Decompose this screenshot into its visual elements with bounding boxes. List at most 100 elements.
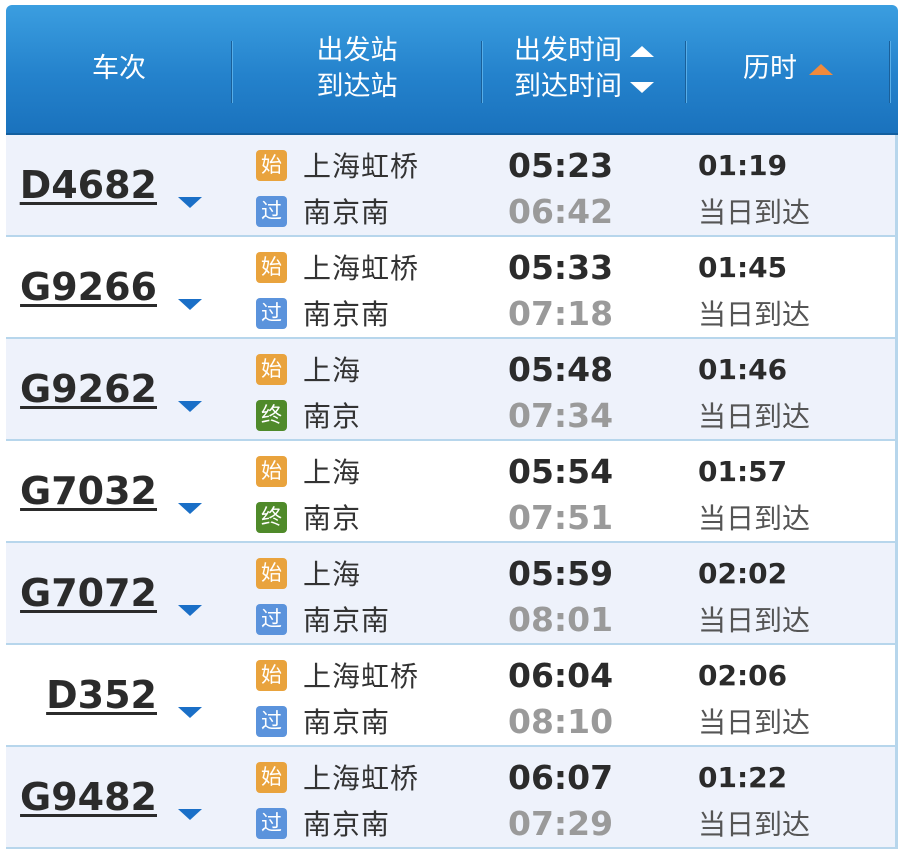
start-badge-icon: 始 (256, 149, 287, 181)
table-row: G9262 始 上海 终 南京 05:48 07:34 01:46 当日到达 (6, 339, 898, 441)
header-arrive-time-label: 到达时间 (514, 71, 622, 102)
to-station: 过 南京南 (256, 291, 390, 335)
to-station-name[interactable]: 南京 (303, 395, 361, 435)
expand-arrow-icon[interactable] (178, 401, 202, 412)
start-badge-icon: 始 (256, 761, 287, 793)
expand-arrow-icon[interactable] (178, 299, 202, 310)
from-station: 始 上海虹桥 (256, 755, 419, 799)
depart-time: 05:59 (508, 553, 614, 593)
header-depart-time-label: 出发时间 (514, 35, 622, 66)
to-station: 终 南京 (256, 495, 361, 539)
train-number-link[interactable]: G7032 (6, 441, 157, 541)
train-number-link[interactable]: G9262 (6, 339, 157, 439)
start-badge-icon: 始 (256, 353, 287, 385)
duration: 02:06 (698, 658, 788, 692)
from-station: 始 上海虹桥 (256, 143, 419, 187)
train-number-link[interactable]: G9482 (6, 747, 157, 847)
to-station-name[interactable]: 南京南 (303, 701, 390, 741)
arrive-time: 07:51 (508, 497, 614, 537)
arrive-day: 当日到达 (698, 298, 811, 331)
arrive-time: 07:18 (508, 293, 614, 333)
header-times: 出发时间 到达时间 (482, 5, 686, 133)
sort-depart-up-icon[interactable] (630, 45, 654, 57)
sort-arrive-down-icon[interactable] (630, 81, 654, 93)
to-station-name[interactable]: 南京南 (303, 293, 390, 333)
start-badge-icon: 始 (256, 455, 287, 487)
end-badge-icon: 终 (256, 399, 287, 431)
table-row: D352 始 上海虹桥 过 南京南 06:04 08:10 02:06 当日到达 (6, 645, 898, 747)
from-station: 始 上海虹桥 (256, 245, 419, 289)
from-station-name[interactable]: 上海虹桥 (303, 655, 419, 695)
pass-badge-icon: 过 (256, 705, 287, 737)
from-station: 始 上海 (256, 449, 361, 493)
start-badge-icon: 始 (256, 251, 287, 283)
from-station: 始 上海虹桥 (256, 653, 419, 697)
to-station: 过 南京南 (256, 189, 390, 233)
sort-duration-up-icon[interactable] (809, 63, 833, 75)
arrive-day: 当日到达 (698, 502, 811, 535)
arrive-day: 当日到达 (698, 604, 811, 637)
duration: 01:22 (698, 760, 788, 794)
pass-badge-icon: 过 (256, 807, 287, 839)
to-station: 终 南京 (256, 393, 361, 437)
train-rows: D4682 始 上海虹桥 过 南京南 05:23 06:42 01:19 当日到… (6, 135, 898, 849)
arrive-time: 07:34 (508, 395, 614, 435)
from-station: 始 上海 (256, 347, 361, 391)
depart-time: 05:54 (508, 451, 614, 491)
table-row: G9482 始 上海虹桥 过 南京南 06:07 07:29 01:22 当日到… (6, 747, 898, 849)
arrive-day: 当日到达 (698, 400, 811, 433)
to-station: 过 南京南 (256, 801, 390, 845)
to-station-name[interactable]: 南京南 (303, 803, 390, 843)
depart-time: 05:23 (508, 145, 614, 185)
train-number-link[interactable]: G9266 (6, 237, 157, 337)
arrive-day: 当日到达 (698, 196, 811, 229)
header-stations: 出发站 到达站 (232, 5, 482, 133)
train-results-table: 车次 出发站 到达站 出发时间 到达时间 历时 D4682 始 上海虹桥 过 南… (6, 5, 898, 856)
header-from-station-label: 出发站 (316, 35, 398, 66)
to-station: 过 南京南 (256, 597, 390, 641)
start-badge-icon: 始 (256, 659, 287, 691)
pass-badge-icon: 过 (256, 195, 287, 227)
duration: 02:02 (698, 556, 788, 590)
from-station-name[interactable]: 上海虹桥 (303, 145, 419, 185)
from-station-name[interactable]: 上海 (303, 553, 361, 593)
pass-badge-icon: 过 (256, 297, 287, 329)
depart-time: 05:48 (508, 349, 614, 389)
header-divider (889, 41, 890, 103)
expand-arrow-icon[interactable] (178, 707, 202, 718)
arrive-time: 07:29 (508, 803, 614, 843)
expand-arrow-icon[interactable] (178, 197, 202, 208)
arrive-time: 08:10 (508, 701, 614, 741)
header-train-no: 车次 (6, 5, 232, 133)
header-duration: 历时 (686, 5, 890, 133)
table-row: D4682 始 上海虹桥 过 南京南 05:23 06:42 01:19 当日到… (6, 135, 898, 237)
to-station-name[interactable]: 南京南 (303, 191, 390, 231)
duration: 01:45 (698, 250, 788, 284)
from-station-name[interactable]: 上海 (303, 349, 361, 389)
arrive-time: 06:42 (508, 191, 614, 231)
end-badge-icon: 终 (256, 501, 287, 533)
to-station-name[interactable]: 南京南 (303, 599, 390, 639)
from-station-name[interactable]: 上海 (303, 451, 361, 491)
expand-arrow-icon[interactable] (178, 809, 202, 820)
header-train-no-label: 车次 (92, 53, 146, 84)
header-to-station-label: 到达站 (316, 71, 398, 102)
duration: 01:46 (698, 352, 788, 386)
to-station: 过 南京南 (256, 699, 390, 743)
duration: 01:57 (698, 454, 788, 488)
from-station-name[interactable]: 上海虹桥 (303, 757, 419, 797)
train-number-link[interactable]: D4682 (6, 135, 157, 235)
to-station-name[interactable]: 南京 (303, 497, 361, 537)
arrive-time: 08:01 (508, 599, 614, 639)
depart-time: 06:07 (508, 757, 614, 797)
pass-badge-icon: 过 (256, 603, 287, 635)
train-number-link[interactable]: D352 (6, 645, 157, 745)
header-duration-label: 历时 (743, 53, 797, 84)
from-station-name[interactable]: 上海虹桥 (303, 247, 419, 287)
table-row: G7072 始 上海 过 南京南 05:59 08:01 02:02 当日到达 (6, 543, 898, 645)
expand-arrow-icon[interactable] (178, 605, 202, 616)
expand-arrow-icon[interactable] (178, 503, 202, 514)
train-number-link[interactable]: G7072 (6, 543, 157, 643)
table-row: G9266 始 上海虹桥 过 南京南 05:33 07:18 01:45 当日到… (6, 237, 898, 339)
from-station: 始 上海 (256, 551, 361, 595)
